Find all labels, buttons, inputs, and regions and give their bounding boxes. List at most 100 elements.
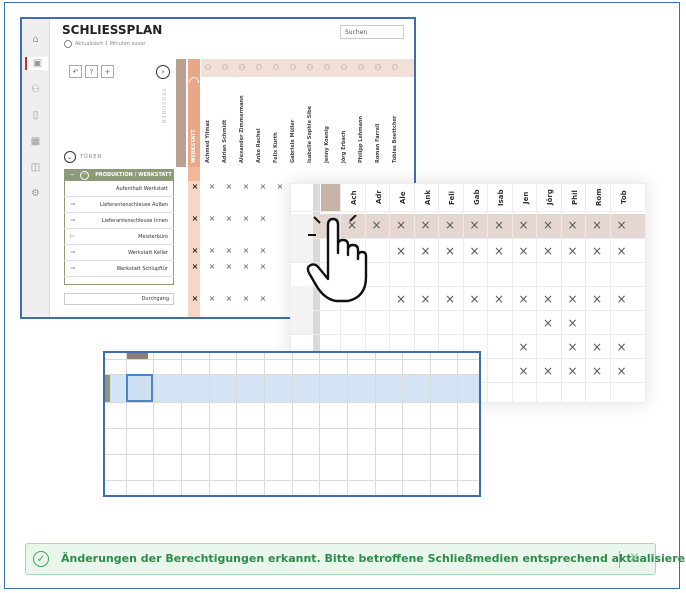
zoom-column-header[interactable]: Rom xyxy=(590,184,608,211)
permission-mark[interactable]: × xyxy=(189,182,201,191)
door-row[interactable]: ⊸ Lieferantenschleuse Außen xyxy=(66,199,172,210)
zoom-column-header[interactable]: Phil xyxy=(566,184,584,211)
permission-mark[interactable]: × xyxy=(240,214,252,223)
permission-mark[interactable]: × xyxy=(489,244,509,258)
permission-mark[interactable]: × xyxy=(514,292,534,306)
permission-mark[interactable]: × xyxy=(274,182,286,191)
zoom-column-header[interactable]: Isab xyxy=(492,184,510,211)
permission-mark[interactable]: × xyxy=(465,292,485,306)
permission-mark[interactable]: × xyxy=(563,364,583,378)
permission-mark[interactable]: × xyxy=(223,246,235,255)
zoom-column-header[interactable]: Jörg xyxy=(541,184,559,211)
permission-mark[interactable]: × xyxy=(612,364,632,378)
permission-mark[interactable]: × xyxy=(240,262,252,271)
permission-mark[interactable]: × xyxy=(391,218,411,232)
permission-mark[interactable]: × xyxy=(391,244,411,258)
search-input[interactable]: Suchen xyxy=(340,25,404,39)
permission-mark[interactable]: × xyxy=(514,244,534,258)
permission-mark[interactable]: × xyxy=(189,294,201,303)
permission-mark[interactable]: × xyxy=(489,292,509,306)
permission-mark[interactable]: × xyxy=(612,244,632,258)
column-person[interactable]: Roman Farrell xyxy=(372,83,384,163)
schliessplan-nav-icon[interactable]: ▣ xyxy=(25,57,48,70)
permission-mark[interactable]: × xyxy=(514,364,534,378)
permission-mark[interactable]: × xyxy=(206,262,218,271)
door-row[interactable]: Aufenthalt Werkstatt xyxy=(66,183,172,194)
permission-mark[interactable]: × xyxy=(391,292,411,306)
selected-cell[interactable] xyxy=(126,374,153,402)
column-person[interactable]: Alexander Zimmermann xyxy=(236,83,248,163)
permission-mark[interactable]: × xyxy=(440,244,460,258)
permission-mark[interactable]: × xyxy=(189,246,201,255)
collapse-icon[interactable]: − xyxy=(70,172,74,178)
zoom-column-header[interactable]: Ank xyxy=(419,184,437,211)
permission-mark[interactable]: × xyxy=(563,244,583,258)
close-icon[interactable]: × xyxy=(629,550,640,565)
door-row[interactable]: ⊸ Lieferantenschleuse Innen xyxy=(66,215,172,226)
door-row[interactable]: ⊸ Werkstatt Schlupftür xyxy=(66,263,172,274)
permission-mark[interactable]: × xyxy=(563,292,583,306)
column-person[interactable]: Tobias Boettcher xyxy=(389,83,401,163)
expand-arrow-icon[interactable]: › xyxy=(156,65,170,79)
permission-mark[interactable]: × xyxy=(240,182,252,191)
permission-mark[interactable]: × xyxy=(189,214,201,223)
permission-mark[interactable]: × xyxy=(538,244,558,258)
permission-mark[interactable]: × xyxy=(587,364,607,378)
permission-mark[interactable]: × xyxy=(538,364,558,378)
permission-mark[interactable]: × xyxy=(223,182,235,191)
home-icon[interactable]: ⌂ xyxy=(29,33,42,46)
permission-mark[interactable]: × xyxy=(612,218,632,232)
permission-mark[interactable]: × xyxy=(440,292,460,306)
permission-mark[interactable]: × xyxy=(257,214,269,223)
zoom-column-header[interactable]: Tob xyxy=(615,184,633,211)
column-person[interactable]: Achmed Yilmaz xyxy=(202,83,214,163)
calendar-icon[interactable]: ▦ xyxy=(29,135,42,148)
column-person[interactable]: Gabriele Müller xyxy=(287,83,299,163)
permission-mark[interactable]: × xyxy=(240,294,252,303)
permission-mark[interactable]: × xyxy=(587,292,607,306)
permission-mark[interactable]: × xyxy=(538,292,558,306)
permission-mark[interactable]: × xyxy=(563,340,583,354)
gear-icon[interactable]: ⚙ xyxy=(29,187,42,200)
column-person[interactable]: Anke Rachel xyxy=(253,83,265,163)
permission-mark[interactable]: × xyxy=(465,218,485,232)
permission-mark[interactable]: × xyxy=(489,218,509,232)
permission-mark[interactable]: × xyxy=(416,244,436,258)
add-button[interactable]: + xyxy=(101,65,114,78)
permission-mark[interactable]: × xyxy=(612,292,632,306)
tueren-toggle[interactable]: ⌄ TÜREN xyxy=(64,151,102,163)
column-person[interactable]: Philipp Lehmann xyxy=(355,83,367,163)
zoom-column-header[interactable]: Jen xyxy=(517,184,535,211)
permission-mark[interactable]: × xyxy=(440,218,460,232)
group-header[interactable]: − ◦ PRODUKTION / WERKSTATT xyxy=(64,169,174,181)
zoom-column-header[interactable]: Ach xyxy=(345,184,363,211)
column-person[interactable]: Isabelle Sophie Sibe xyxy=(304,83,316,163)
zoom-column-header[interactable]: Gab xyxy=(468,184,486,211)
permission-mark[interactable]: × xyxy=(257,246,269,255)
zoom-column-header[interactable]: Adr xyxy=(370,184,388,211)
key-icon[interactable]: ◫ xyxy=(29,161,42,174)
column-werkstatt[interactable]: WERKSTATT xyxy=(188,83,200,163)
undo-button[interactable]: ↶ xyxy=(69,65,82,78)
permission-mark[interactable]: × xyxy=(416,292,436,306)
column-person[interactable]: Jörg Erbach xyxy=(338,83,350,163)
permission-mark[interactable]: × xyxy=(206,294,218,303)
zoom-column-header[interactable]: Feli xyxy=(443,184,461,211)
permission-mark[interactable]: × xyxy=(240,246,252,255)
permission-mark[interactable]: × xyxy=(514,340,534,354)
permission-mark[interactable]: × xyxy=(465,244,485,258)
permission-mark[interactable]: × xyxy=(257,182,269,191)
door-icon[interactable]: ▯ xyxy=(29,109,42,122)
column-person[interactable]: Felix Kurth xyxy=(270,83,282,163)
door-row[interactable]: ⊢ Meisterbüro xyxy=(66,231,172,242)
column-person[interactable]: Adrian Schmidt xyxy=(219,83,231,163)
permission-mark[interactable]: × xyxy=(514,218,534,232)
permission-mark[interactable]: × xyxy=(563,218,583,232)
permission-mark[interactable]: × xyxy=(587,244,607,258)
help-button[interactable]: ? xyxy=(85,65,98,78)
column-person[interactable]: Jenny Koenig xyxy=(321,83,333,163)
permission-mark[interactable]: × xyxy=(189,262,201,271)
permission-mark[interactable]: × xyxy=(587,218,607,232)
permission-mark[interactable]: × xyxy=(257,262,269,271)
door-row[interactable]: ⊸ Werkstatt Keller xyxy=(66,247,172,258)
